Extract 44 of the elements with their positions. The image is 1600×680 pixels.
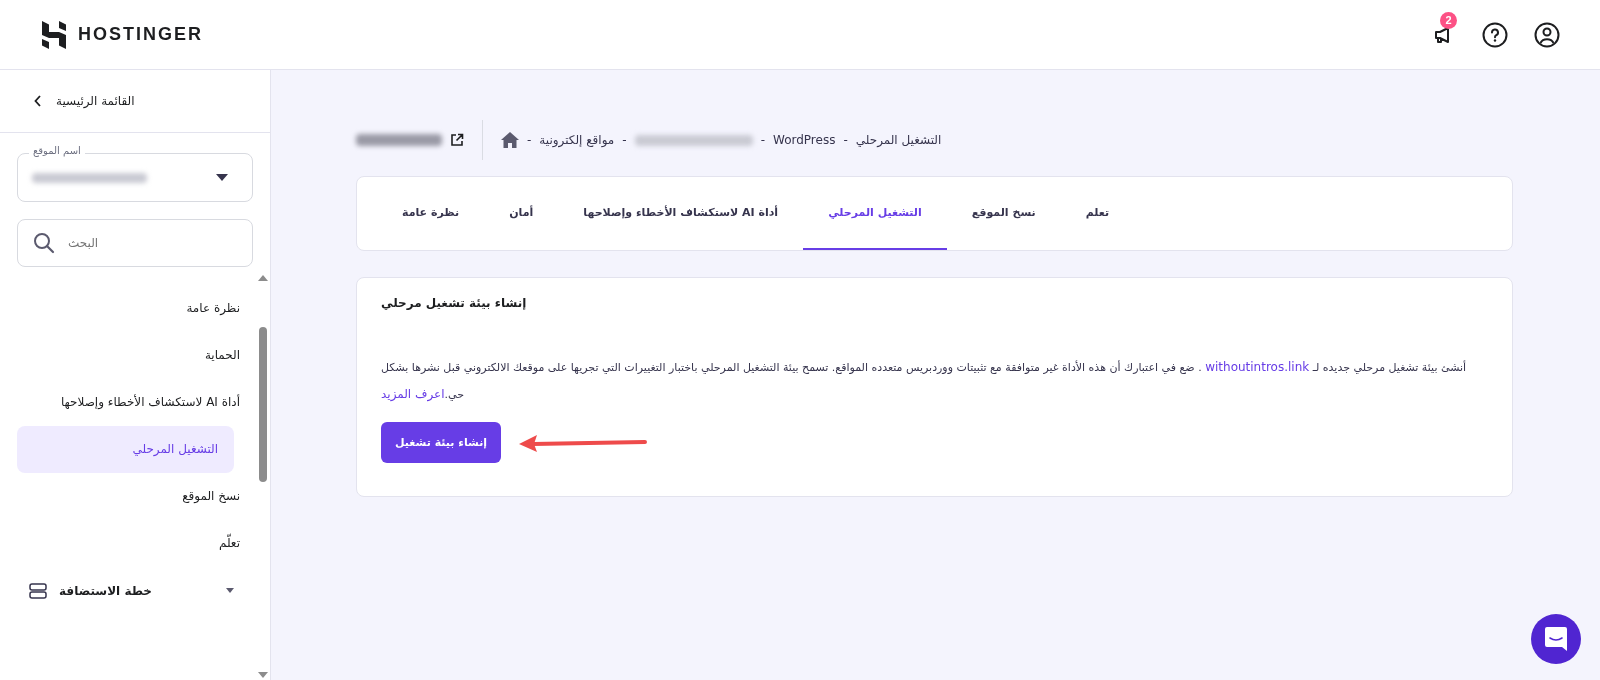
tab[interactable]: نظرة عامة (377, 177, 485, 250)
scroll-down-icon[interactable] (258, 672, 268, 678)
back-link[interactable]: القائمة الرئيسية (0, 70, 270, 133)
home-icon[interactable] (501, 132, 519, 148)
breadcrumb-separator: - (622, 133, 627, 147)
help-icon[interactable] (1482, 21, 1508, 48)
tab[interactable]: تعلم (1060, 177, 1135, 250)
chevron-left-icon (34, 95, 42, 107)
chat-icon (1544, 626, 1568, 652)
account-icon[interactable] (1534, 21, 1560, 48)
breadcrumb-link[interactable]: WordPress (773, 133, 836, 147)
sidebar-item[interactable]: نظرة عامة (17, 285, 256, 332)
logo-icon (42, 20, 66, 49)
caret-icon (216, 174, 228, 181)
scrollbar-thumb[interactable] (259, 327, 267, 482)
notification-badge: 2 (1440, 11, 1457, 29)
caret-icon (226, 588, 234, 593)
card-title: إنشاء بيئة تشغيل مرحلي (381, 296, 528, 310)
chat-button[interactable] (1531, 614, 1581, 664)
search-icon (33, 232, 55, 254)
search-field[interactable]: البحث (17, 219, 253, 267)
breadcrumb-separator: - (527, 133, 532, 147)
sidebar-item[interactable]: التشغيل المرحلي (17, 426, 234, 473)
breadcrumb-separator: - (843, 133, 848, 147)
sidebar-item[interactable]: تعلّم (17, 520, 256, 567)
external-link-icon[interactable] (450, 133, 464, 147)
tab[interactable]: أداة AI لاستكشاف الأخطاء وإصلاحها (558, 177, 804, 250)
sidebar-item[interactable]: نسخ الموقع (17, 473, 256, 520)
tab[interactable]: التشغيل المرحلي (803, 177, 947, 250)
learn-more-link[interactable]: اعرف المزيد (381, 387, 445, 401)
breadcrumb-separator: - (760, 133, 765, 147)
breadcrumb-link[interactable]: التشغيل المرحلي (855, 133, 942, 147)
logo-text: HOSTINGER (78, 24, 203, 45)
site-select-label: اسم الموقع (29, 145, 85, 156)
tab[interactable]: نسخ الموقع (946, 177, 1061, 250)
create-staging-button[interactable]: إنشاء بيئة تشغيل (381, 422, 502, 463)
sidebar-item[interactable]: الحماية (17, 332, 256, 379)
tab[interactable]: أمان (484, 177, 559, 250)
sidebar-section[interactable]: خطة الاستضافة (0, 567, 256, 614)
site-link[interactable]: withoutintros.link (1205, 360, 1310, 374)
breadcrumb-link[interactable]: مواقع إلكترونية (539, 133, 615, 147)
server-icon (29, 582, 47, 599)
scroll-up-icon[interactable] (258, 275, 268, 281)
sidebar-item[interactable]: أداة AI لاستكشاف الأخطاء وإصلاحها (17, 379, 256, 426)
